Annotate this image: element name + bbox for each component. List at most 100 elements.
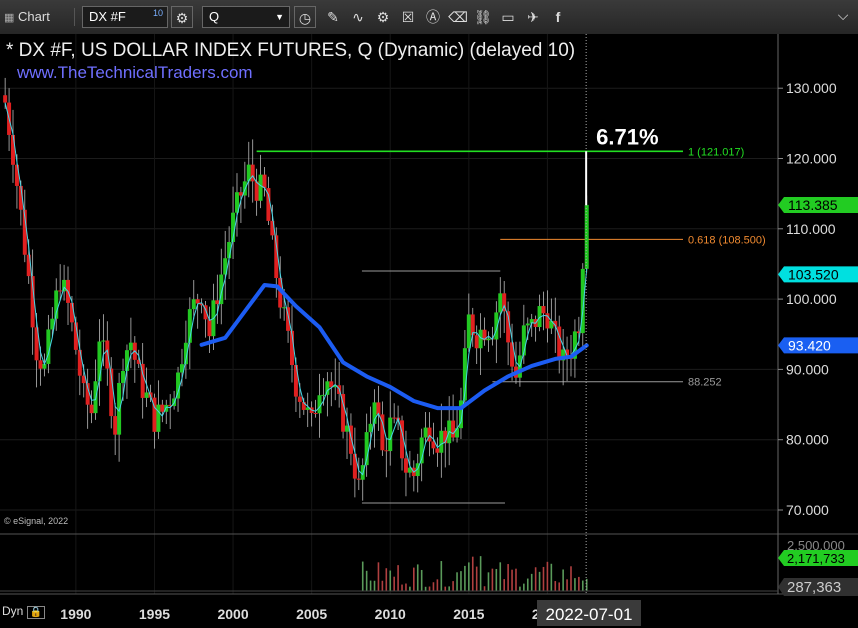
study-button[interactable]: ∿ <box>347 6 369 28</box>
box-button[interactable]: ☒ <box>397 6 419 28</box>
volume-bar <box>475 566 478 591</box>
volume-bar <box>361 561 364 591</box>
candle-body <box>105 340 110 369</box>
volume-bar <box>373 580 376 591</box>
volume-bar <box>377 562 380 591</box>
candle-body <box>195 299 200 304</box>
candle-body <box>207 319 212 337</box>
volume-bar <box>471 556 474 591</box>
volume-bar <box>507 564 509 591</box>
candle-body <box>325 381 330 395</box>
candle-body <box>254 181 259 201</box>
volume-bar <box>452 581 454 591</box>
settings-icon: ⚙ <box>376 9 390 25</box>
time-tick-label: 2010 <box>375 606 406 622</box>
candle-body <box>128 342 133 351</box>
volume-bar <box>369 580 372 591</box>
candle-body <box>262 174 267 189</box>
fib-level-label: 88.252 <box>688 377 722 389</box>
volume-bar <box>511 569 513 591</box>
eraser-icon: ⌫ <box>448 9 468 25</box>
symbol-input[interactable]: DX #F 10 <box>82 6 168 28</box>
candle-body <box>144 392 149 398</box>
volume-bar <box>581 580 584 591</box>
link-button[interactable]: ⛓ <box>472 6 494 28</box>
candle-body <box>384 450 389 452</box>
candle-body <box>439 430 444 453</box>
dynamic-mode-label[interactable]: Dyn 🔒 <box>2 604 46 619</box>
volume-bar <box>405 583 407 591</box>
config-button[interactable]: ⚙ <box>372 6 394 28</box>
volume-bar <box>562 569 564 591</box>
candle-body <box>156 404 161 432</box>
wave-icon: ∿ <box>352 9 364 25</box>
candle-body <box>474 335 479 349</box>
candle-body <box>392 417 397 419</box>
price-tick-label: 70.000 <box>786 502 829 518</box>
volume-bar <box>424 586 427 591</box>
pencil-icon: ✎ <box>327 9 339 25</box>
volume-bar <box>526 578 529 591</box>
price-flag-label: 93.420 <box>788 337 831 353</box>
chart-menu-button[interactable]: ⌵ <box>832 4 854 26</box>
interval-input[interactable]: Q ▼ <box>202 6 290 28</box>
plot-background <box>0 34 858 628</box>
candle-body <box>466 314 471 349</box>
website-link[interactable]: www.TheTechnicalTraders.com <box>17 63 253 83</box>
dyn-label: Dyn <box>2 604 24 618</box>
interval-value: Q <box>209 9 220 24</box>
candle-body <box>403 458 408 473</box>
price-flag-label: 113.385 <box>788 197 838 213</box>
facebook-button[interactable]: f <box>547 6 569 28</box>
time-button[interactable]: ◷ <box>294 6 316 28</box>
volume-bar <box>468 562 470 591</box>
volume-bar <box>416 564 419 591</box>
price-tick-label: 120.000 <box>786 151 837 167</box>
volume-bar <box>538 571 541 591</box>
volume-label: 2,171,733 <box>787 551 845 566</box>
menu-icon: ⚙ <box>175 10 189 26</box>
volume-bar <box>389 570 392 591</box>
volume-bar <box>409 586 411 591</box>
volume-bar <box>503 579 505 591</box>
candle-body <box>113 416 118 435</box>
twitter-button[interactable]: ✈ <box>522 6 544 28</box>
candle-body <box>525 323 530 326</box>
volume-bar <box>448 586 450 591</box>
volume-bar <box>546 561 549 591</box>
price-chart[interactable]: 1 (121.017) 0.618 (108.500) 88.252 130.000… <box>0 34 858 628</box>
candle-body <box>313 412 318 414</box>
candle-body <box>427 427 432 442</box>
candle-body <box>486 338 491 341</box>
candle-body <box>11 134 16 165</box>
volume-bar <box>487 572 490 591</box>
volume-bar <box>393 576 395 591</box>
comment-button[interactable]: ▭ <box>497 6 519 28</box>
chart-icon: ▦ <box>4 12 15 24</box>
alert-button[interactable]: Ⓐ <box>422 6 444 28</box>
erase-button[interactable]: ⌫ <box>447 6 469 28</box>
volume-bar <box>460 571 462 591</box>
candle-body <box>455 428 460 438</box>
clock-icon: ◷ <box>298 10 312 26</box>
volume-bar <box>440 561 443 591</box>
volume-bar <box>479 556 482 591</box>
chart-tab[interactable]: ▦ Chart <box>4 6 50 28</box>
volume-bar <box>456 572 458 591</box>
link-icon: ⛓ <box>474 9 492 25</box>
copyright-label: © eSignal, 2022 <box>4 516 69 526</box>
volume-bar <box>534 567 537 591</box>
chevron-down-icon: ⌵ <box>837 7 849 23</box>
volume-bar <box>570 566 572 591</box>
time-tick-label: 1995 <box>139 606 170 622</box>
toolbar: ▦ Chart DX #F 10 ⚙ Q ▼ ◷ ✎ ∿ ⚙ ☒ Ⓐ ⌫ ⛓ ▭… <box>0 0 858 35</box>
volume-bar <box>578 576 580 591</box>
candle-body <box>321 394 326 396</box>
price-tick-label: 110.000 <box>786 221 836 237</box>
candle-body <box>191 299 196 310</box>
draw-button[interactable]: ✎ <box>322 6 344 28</box>
candle-body <box>498 293 503 313</box>
price-tick-label: 90.000 <box>786 361 829 377</box>
symbol-menu-button[interactable]: ⚙ <box>171 6 193 28</box>
volume-bar <box>566 579 568 591</box>
